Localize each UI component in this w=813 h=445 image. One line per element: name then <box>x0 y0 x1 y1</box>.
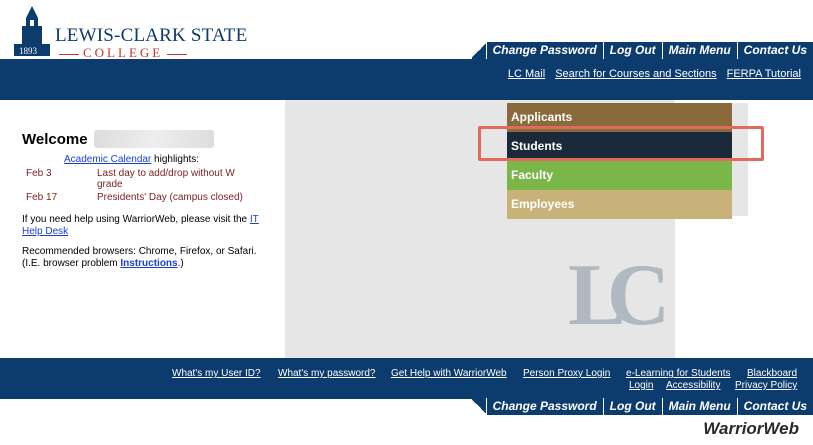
lc-mail-link[interactable]: LC Mail <box>508 68 545 80</box>
contact-us-link[interactable]: Contact Us <box>736 42 813 59</box>
search-courses-link[interactable]: Search for Courses and Sections <box>555 68 716 80</box>
elearning-link[interactable]: e-Learning for Students <box>626 368 731 379</box>
elearning-login-link[interactable]: Login <box>629 380 653 391</box>
main-menu-link[interactable]: Main Menu <box>661 42 737 59</box>
events-table: Feb 3 Last day to add/drop without W gra… <box>22 167 247 204</box>
event-row: Feb 3 Last day to add/drop without W gra… <box>26 168 235 190</box>
instructions-link[interactable]: Instructions <box>120 258 177 269</box>
calendar-highlights: Academic Calendar highlights: <box>64 154 200 165</box>
contact-us-link-bottom[interactable]: Contact Us <box>736 398 813 415</box>
warriorweb-brand: WarriorWeb <box>703 419 799 438</box>
event-row: Feb 17 Presidents' Day (campus closed) <box>26 192 243 203</box>
main-menu-link-bottom[interactable]: Main Menu <box>661 398 737 415</box>
accessibility-link[interactable]: Accessibility <box>666 380 720 391</box>
logo-year: 1893 <box>19 46 37 56</box>
privacy-policy-link[interactable]: Privacy Policy <box>735 380 797 391</box>
browsers-text: Recommended browsers: Chrome, Firefox, o… <box>22 246 257 269</box>
user-id-link[interactable]: What's my User ID? <box>172 368 261 379</box>
change-password-link[interactable]: Change Password <box>485 42 603 59</box>
person-proxy-login-link[interactable]: Person Proxy Login <box>523 368 610 379</box>
help-text: If you need help using WarriorWeb, pleas… <box>22 214 259 237</box>
role-menu: Applicants Students Faculty Employees <box>507 103 732 219</box>
welcome-heading: Welcome <box>22 130 262 148</box>
menu-item-employees[interactable]: Employees <box>507 190 732 219</box>
log-out-link-bottom[interactable]: Log Out <box>602 398 662 415</box>
blackboard-link[interactable]: Blackboard <box>747 368 797 379</box>
college-logo[interactable]: 1893 LEWIS-CLARK STATE COLLEGE <box>12 4 247 60</box>
redacted-name <box>93 130 214 148</box>
welcome-section: Welcome Academic Calendar highlights: Fe… <box>22 130 262 270</box>
logo-school-name: LEWIS-CLARK STATE <box>55 25 248 46</box>
students-highlight-box <box>478 126 764 161</box>
academic-calendar-link[interactable]: Academic Calendar <box>64 154 151 165</box>
password-help-link[interactable]: What's my password? <box>278 368 376 379</box>
lc-watermark: LC <box>568 247 670 344</box>
log-out-link[interactable]: Log Out <box>602 42 662 59</box>
top-nav: Change Password Log Out Main Menu Contac… <box>471 42 813 59</box>
menu-item-faculty[interactable]: Faculty <box>507 161 732 190</box>
change-password-link-bottom[interactable]: Change Password <box>485 398 603 415</box>
bottom-nav: Change Password Log Out Main Menu Contac… <box>471 398 813 415</box>
warriorweb-help-link[interactable]: Get Help with WarriorWeb <box>391 368 507 379</box>
ferpa-tutorial-link[interactable]: FERPA Tutorial <box>727 68 801 80</box>
page: 1893 LEWIS-CLARK STATE COLLEGE Change Pa… <box>0 0 813 445</box>
header-sub-links: LC Mail Search for Courses and Sections … <box>508 68 801 80</box>
